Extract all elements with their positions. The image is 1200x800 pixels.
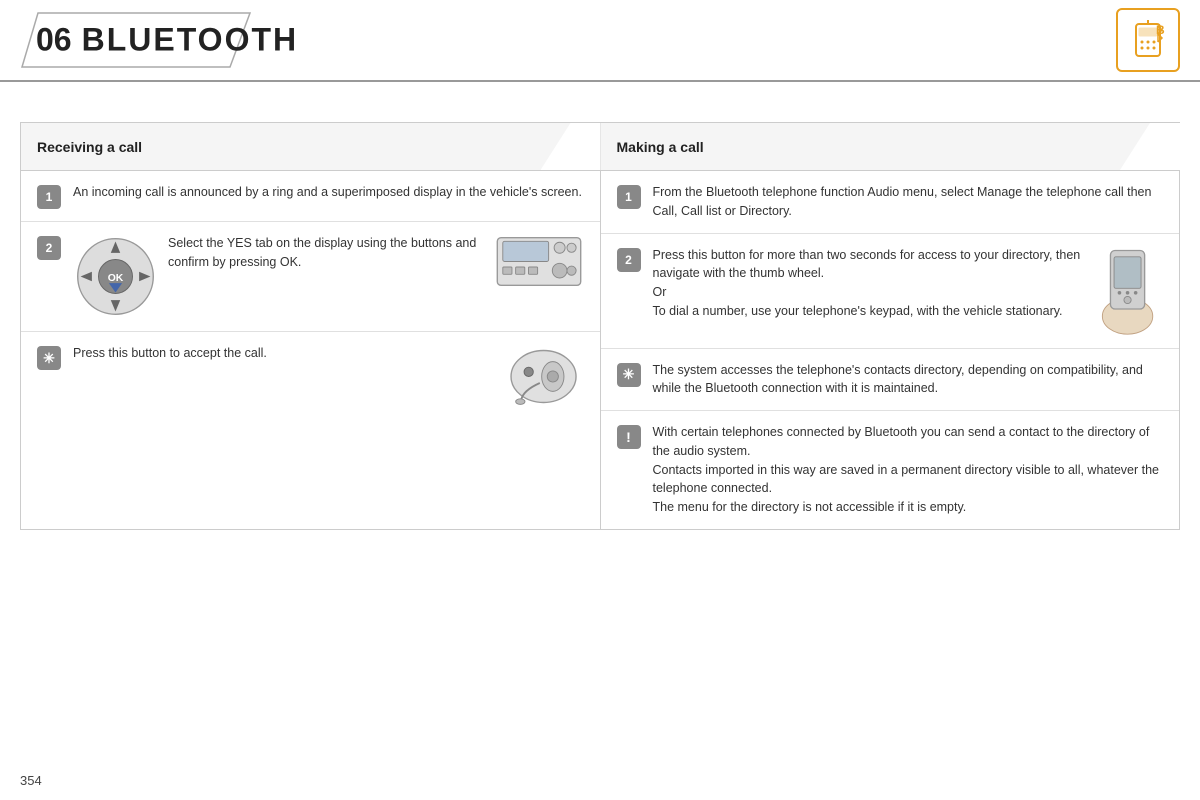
right-col-header: Making a call <box>601 123 1180 171</box>
left-step-2: 2 OK <box>21 222 600 332</box>
step-star-text: Press this button to accept the call. <box>73 344 494 363</box>
step-star-content: Press this button to accept the call. <box>73 344 584 409</box>
step-2-content: OK Select the YES tab on <box>73 234 584 319</box>
right-step-badge-exclaim: ! <box>617 425 641 449</box>
header-slash-left <box>540 123 600 170</box>
left-step-star: ✳ Press this button to accept the call. <box>21 332 600 421</box>
header-slash-right <box>1119 123 1179 170</box>
step-2-text: Select the YES tab on the display using … <box>168 234 484 272</box>
right-col-title: Making a call <box>617 139 704 155</box>
nav-control-illustration: OK <box>73 234 158 319</box>
left-step-1: 1 An incoming call is announced by a rin… <box>21 171 600 222</box>
right-step-2-text: Press this button for more than two seco… <box>653 246 1084 321</box>
left-col-title: Receiving a call <box>37 139 142 155</box>
step-badge-2: 2 <box>37 236 61 260</box>
right-step-badge-1: 1 <box>617 185 641 209</box>
right-step-exclaim-text: With certain telephones connected by Blu… <box>653 423 1164 517</box>
chapter-title: BLUETOOTH <box>82 22 299 59</box>
chapter-number: 06 <box>36 22 72 59</box>
headset-illustration <box>504 344 584 409</box>
page-number: 354 <box>20 773 42 788</box>
step-1-text: An incoming call is announced by a ring … <box>73 183 584 202</box>
right-step-badge-2: 2 <box>617 248 641 272</box>
right-step-star: ✳ The system accesses the telephone's co… <box>601 349 1180 412</box>
right-step-1: 1 From the Bluetooth telephone function … <box>601 171 1180 234</box>
step-badge-1: 1 <box>37 185 61 209</box>
two-column-layout: Receiving a call 1 An incoming call is a… <box>20 122 1180 530</box>
right-step-badge-star: ✳ <box>617 363 641 387</box>
bluetooth-phone-svg: B <box>1126 18 1170 62</box>
left-column: Receiving a call 1 An incoming call is a… <box>21 123 601 529</box>
right-step-2-content: Press this button for more than two seco… <box>653 246 1164 336</box>
svg-text:OK: OK <box>108 273 124 284</box>
left-col-header: Receiving a call <box>21 123 600 171</box>
page-content: Receiving a call 1 An incoming call is a… <box>0 82 1200 540</box>
phone-illustration <box>1093 246 1163 336</box>
right-step-2: 2 Press this button for more than two se… <box>601 234 1180 349</box>
right-column: Making a call 1 From the Bluetooth telep… <box>601 123 1180 529</box>
chapter-title-area: 06 BLUETOOTH <box>20 11 260 69</box>
chapter-icon: B <box>1116 8 1180 72</box>
right-step-star-text: The system accesses the telephone's cont… <box>653 361 1164 399</box>
page-header: 06 BLUETOOTH B <box>0 0 1200 82</box>
right-step-1-text: From the Bluetooth telephone function Au… <box>653 183 1164 221</box>
step-badge-star: ✳ <box>37 346 61 370</box>
stereo-illustration <box>494 234 584 289</box>
right-step-exclaim: ! With certain telephones connected by B… <box>601 411 1180 529</box>
